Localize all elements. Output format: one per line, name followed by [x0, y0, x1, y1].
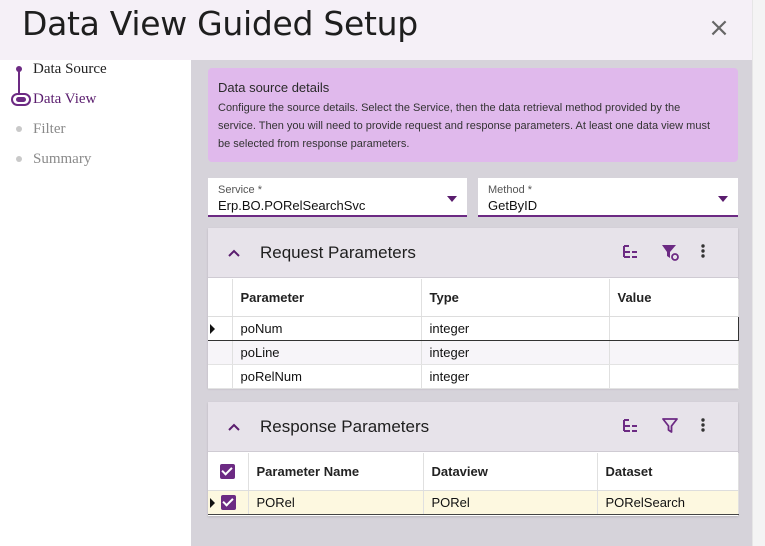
column-header-value[interactable]: Value	[609, 279, 739, 317]
info-box: Data source details Configure the source…	[208, 68, 738, 162]
checkbox-checked-icon[interactable]	[221, 495, 236, 511]
step-filter[interactable]: Filter	[33, 121, 66, 138]
cell-parameter[interactable]: poRelNum	[232, 364, 422, 389]
step-current-marker	[11, 93, 31, 106]
cell-type[interactable]: integer	[421, 340, 610, 365]
request-parameters-panel: Request Parameters Parameter Type Value	[208, 228, 739, 389]
cell-parameter-name[interactable]: PORel	[248, 489, 424, 515]
info-title: Data source details	[218, 80, 330, 95]
filter-icon[interactable]	[659, 415, 681, 437]
tree-structure-icon[interactable]	[620, 241, 642, 263]
caret-down-icon[interactable]	[447, 196, 457, 202]
step-dot-done	[16, 66, 22, 72]
column-header-parameter[interactable]: Parameter	[232, 279, 422, 317]
stepper: Data Source Data View Filter Summary	[0, 60, 191, 546]
method-value: GetByID	[488, 198, 538, 213]
table-row[interactable]: PORel PORel PORelSearch	[208, 489, 739, 515]
more-vertical-icon[interactable]	[692, 415, 714, 437]
table-row[interactable]: poLine integer	[208, 340, 739, 365]
method-select[interactable]: Method * GetByID	[478, 178, 738, 217]
response-panel-title: Response Parameters	[260, 417, 430, 436]
vertical-scrollbar[interactable]	[752, 0, 765, 546]
cell-dataset[interactable]: PORelSearch	[597, 489, 739, 515]
dialog-title: Data View Guided Setup	[22, 4, 418, 43]
step-dot-todo	[16, 126, 22, 132]
tree-structure-icon[interactable]	[620, 415, 642, 437]
table-row[interactable]: poNum integer	[208, 315, 739, 341]
caret-down-icon[interactable]	[718, 196, 728, 202]
info-text: Configure the source details. Select the…	[218, 99, 728, 153]
response-parameters-table: Parameter Name Dataview Dataset PORel PO…	[208, 453, 739, 515]
dialog-header: Data View Guided Setup ×	[0, 0, 752, 60]
chevron-up-icon[interactable]	[226, 245, 242, 261]
current-row-indicator-icon	[210, 497, 215, 508]
row-marker	[208, 315, 233, 341]
method-label: Method *	[488, 184, 533, 196]
row-marker	[208, 340, 233, 365]
request-panel-title: Request Parameters	[260, 243, 416, 262]
request-panel-header: Request Parameters	[208, 228, 738, 278]
row-checkbox-cell[interactable]	[208, 489, 249, 515]
response-parameters-panel: Response Parameters Parameter Name Datav…	[208, 402, 739, 516]
info-line: be selected from response parameters.	[218, 138, 410, 150]
column-header-dataset[interactable]: Dataset	[597, 453, 739, 491]
cell-parameter[interactable]: poLine	[232, 340, 422, 365]
filter-settings-icon[interactable]	[659, 241, 681, 263]
close-icon[interactable]: ×	[707, 15, 731, 41]
step-data-view[interactable]: Data View	[33, 91, 96, 108]
step-dot-todo	[16, 156, 22, 162]
cell-value[interactable]	[608, 315, 739, 341]
main-content: Data source details Configure the source…	[191, 60, 752, 546]
select-all-checkbox[interactable]	[208, 453, 249, 491]
table-row[interactable]: poRelNum integer	[208, 364, 739, 389]
chevron-up-icon[interactable]	[226, 419, 242, 435]
response-panel-header: Response Parameters	[208, 402, 738, 452]
step-data-source[interactable]: Data Source	[33, 61, 107, 78]
column-header-parameter-name[interactable]: Parameter Name	[248, 453, 424, 491]
column-header-type[interactable]: Type	[421, 279, 610, 317]
cell-parameter[interactable]: poNum	[232, 315, 422, 341]
table-header-row: Parameter Type Value	[208, 279, 739, 317]
table-header-row: Parameter Name Dataview Dataset	[208, 453, 739, 491]
checkbox-checked-icon[interactable]	[220, 464, 235, 480]
service-value: Erp.BO.PORelSearchSvc	[218, 198, 366, 213]
cell-dataview[interactable]: PORel	[423, 489, 598, 515]
service-select[interactable]: Service * Erp.BO.PORelSearchSvc	[208, 178, 467, 217]
service-label: Service *	[218, 184, 263, 196]
step-summary[interactable]: Summary	[33, 151, 91, 168]
column-header-dataview[interactable]: Dataview	[423, 453, 598, 491]
cell-value[interactable]	[609, 364, 739, 389]
info-line: Configure the source details. Select the…	[218, 102, 681, 114]
current-row-indicator-icon	[210, 323, 215, 334]
row-marker-header	[208, 279, 233, 317]
more-vertical-icon[interactable]	[692, 241, 714, 263]
cell-type[interactable]: integer	[421, 364, 610, 389]
cell-value[interactable]	[609, 340, 739, 365]
row-marker	[208, 364, 233, 389]
request-parameters-table: Parameter Type Value poNum integer poLin…	[208, 279, 739, 389]
cell-type[interactable]: integer	[421, 315, 610, 341]
info-line: service. Then you will need to provide r…	[218, 120, 711, 132]
